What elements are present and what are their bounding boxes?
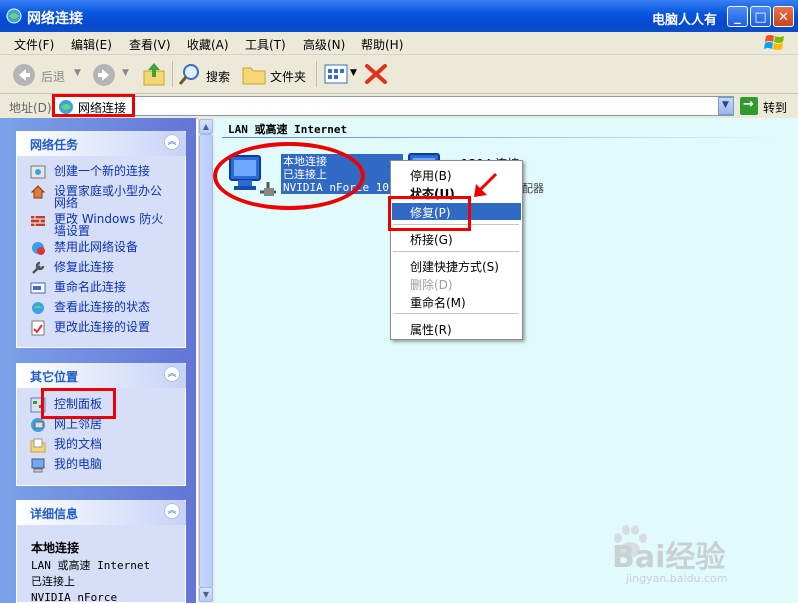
toolbar-separator — [172, 61, 173, 87]
task-disable-device[interactable]: 禁用此网络设备 — [54, 240, 138, 254]
windows-logo-icon — [764, 35, 784, 50]
back-arrow-icon[interactable] — [12, 63, 36, 87]
task-view-status[interactable]: 查看此连接的状态 — [54, 300, 150, 314]
collapse-chevron-icon[interactable]: ︽ — [164, 503, 180, 519]
collapse-chevron-icon[interactable]: ︽ — [164, 366, 180, 382]
task-firewall-line2[interactable]: 墙设置 — [54, 224, 90, 238]
details-name: 本地连接 — [31, 541, 80, 555]
group-header-lan: LAN 或高速 Internet — [228, 123, 348, 136]
go-button-label[interactable]: 转到 — [763, 99, 787, 116]
group-divider — [222, 137, 782, 138]
details-device: NVIDIA nForce — [31, 591, 118, 604]
scrollbar-thumb[interactable] — [199, 134, 213, 588]
delete-x-icon[interactable] — [364, 62, 388, 86]
address-input[interactable] — [52, 96, 734, 116]
search-button-label[interactable]: 搜索 — [206, 68, 230, 85]
close-button[interactable]: ✕ — [773, 6, 794, 27]
forward-dropdown-icon[interactable]: ▼ — [122, 68, 129, 78]
annotation-ellipse — [213, 142, 365, 210]
ctx-separator — [393, 251, 519, 252]
place-network-places[interactable]: 网上邻居 — [54, 417, 102, 431]
new-connection-icon — [30, 165, 46, 179]
collapse-chevron-icon[interactable]: ︽ — [164, 134, 180, 150]
task-repair-connection[interactable]: 修复此连接 — [54, 260, 114, 274]
address-label: 地址(D) — [9, 101, 52, 115]
scroll-up-arrow-icon[interactable]: ▲ — [199, 119, 213, 134]
settings-icon — [31, 320, 45, 336]
views-dropdown-icon[interactable]: ▼ — [350, 68, 357, 78]
status-icon — [32, 302, 44, 314]
task-change-settings[interactable]: 更改此连接的设置 — [54, 320, 150, 334]
watermark-brand: Bai经验 — [612, 540, 726, 575]
ctx-disable[interactable]: 停用(B) — [410, 167, 452, 184]
ctx-properties[interactable]: 属性(R) — [410, 321, 452, 338]
menu-tools[interactable]: 工具(T) — [245, 36, 286, 53]
ctx-separator — [393, 313, 519, 314]
place-my-documents[interactable]: 我的文档 — [54, 437, 102, 451]
toolbar-separator — [316, 61, 317, 87]
details-type: LAN 或高速 Internet — [31, 559, 151, 572]
annotation-arrow-icon — [474, 172, 498, 197]
my-documents-icon — [30, 438, 46, 453]
maximize-button[interactable]: □ — [750, 6, 771, 27]
folders-button-label[interactable]: 文件夹 — [270, 68, 306, 85]
title-right-text: 电脑人人有 — [652, 13, 718, 28]
views-icon[interactable] — [324, 63, 348, 85]
my-computer-icon — [31, 458, 45, 473]
task-home-network-line2[interactable]: 网络 — [54, 196, 78, 210]
firewall-icon — [31, 216, 45, 226]
ctx-bridge[interactable]: 桥接(G) — [410, 231, 453, 248]
annotation-repair-box — [388, 196, 471, 231]
ctx-delete: 删除(D) — [410, 278, 453, 292]
menu-edit[interactable]: 编辑(E) — [71, 36, 112, 53]
go-arrow-icon[interactable]: → — [740, 97, 758, 115]
window-title: 网络连接 — [27, 11, 83, 27]
scroll-down-arrow-icon[interactable]: ▼ — [199, 587, 213, 602]
annotation-address-box — [52, 94, 135, 117]
ctx-rename[interactable]: 重命名(M) — [410, 294, 466, 311]
network-tasks-title: 网络任务 — [30, 138, 79, 152]
toolbar — [0, 55, 798, 94]
back-button-label[interactable]: 后退 — [41, 68, 65, 85]
back-dropdown-icon[interactable]: ▼ — [74, 68, 81, 78]
up-folder-icon[interactable] — [142, 61, 166, 87]
details-title: 详细信息 — [30, 507, 79, 521]
forward-arrow-icon[interactable] — [92, 63, 116, 87]
home-network-icon — [30, 185, 46, 199]
disable-device-icon — [32, 242, 45, 255]
repair-wrench-icon — [32, 261, 45, 274]
other-places-title: 其它位置 — [30, 370, 79, 384]
place-my-computer[interactable]: 我的电脑 — [54, 457, 102, 471]
network-connections-icon — [6, 8, 22, 24]
folders-icon[interactable] — [242, 63, 266, 85]
menu-help[interactable]: 帮助(H) — [361, 36, 403, 53]
search-icon[interactable] — [178, 62, 202, 86]
task-create-connection[interactable]: 创建一个新的连接 — [54, 164, 150, 178]
menu-favorites[interactable]: 收藏(A) — [187, 36, 229, 53]
menu-advanced[interactable]: 高级(N) — [303, 36, 345, 53]
ctx-create-shortcut[interactable]: 创建快捷方式(S) — [410, 258, 499, 275]
rename-icon — [30, 282, 46, 294]
menu-file[interactable]: 文件(F) — [14, 36, 54, 53]
minimize-button[interactable]: _ — [727, 6, 748, 27]
address-dropdown-button[interactable]: ▼ — [718, 97, 734, 115]
annotation-control-panel-box — [41, 388, 116, 419]
watermark-url: jingyan.baidu.com — [626, 572, 728, 585]
menu-view[interactable]: 查看(V) — [129, 36, 171, 53]
task-rename-connection[interactable]: 重命名此连接 — [54, 280, 126, 294]
network-places-icon — [31, 418, 45, 432]
1394-connection-device-fragment: 配器 — [522, 182, 544, 195]
details-status: 已连接上 — [31, 575, 75, 588]
